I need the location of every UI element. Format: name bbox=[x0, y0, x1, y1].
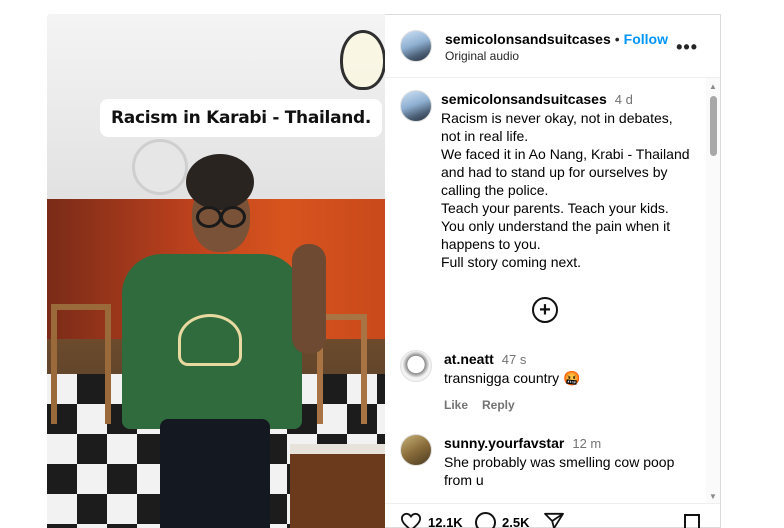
caption-line: Teach your parents. Teach your kids. bbox=[441, 200, 669, 216]
follow-button[interactable]: Follow bbox=[624, 31, 668, 47]
post-header: semicolonsandsuitcases • Follow Original… bbox=[385, 15, 720, 78]
scrollbar-thumb[interactable] bbox=[710, 96, 717, 156]
caption-line: We faced it in Ao Nang, Krabi - Thailand bbox=[441, 146, 690, 162]
author-avatar[interactable] bbox=[400, 30, 432, 62]
post-side-panel: semicolonsandsuitcases • Follow Original… bbox=[385, 14, 721, 528]
comments-scrollbar[interactable]: ▲ ▼ bbox=[706, 78, 720, 503]
share-action[interactable] bbox=[543, 512, 565, 528]
comment-body: at.neatt 47 s transnigga country 🤬 Like … bbox=[444, 350, 696, 414]
commenter-avatar[interactable] bbox=[400, 350, 432, 382]
audio-label[interactable]: Original audio bbox=[445, 49, 519, 63]
person-pants bbox=[160, 419, 270, 528]
shirt-logo bbox=[178, 314, 242, 366]
person-glasses bbox=[194, 206, 248, 228]
send-icon[interactable] bbox=[543, 512, 565, 528]
commenter-avatar[interactable] bbox=[400, 434, 432, 466]
scroll-down-arrow-icon[interactable]: ▼ bbox=[709, 492, 717, 501]
caption-username[interactable]: semicolonsandsuitcases bbox=[441, 90, 607, 108]
heart-icon[interactable] bbox=[400, 512, 422, 528]
caption-line: happens to you. bbox=[441, 236, 541, 252]
comment-text-line: from u bbox=[444, 472, 484, 488]
comment-time[interactable]: 12 m bbox=[572, 435, 601, 453]
caption-line: not in real life. bbox=[441, 128, 529, 144]
caption-line: You only understand the pain when it bbox=[441, 218, 671, 234]
comment-action[interactable]: 2.5K bbox=[475, 512, 529, 528]
comment-text: transnigga country 🤬 bbox=[444, 370, 581, 386]
like-action[interactable]: 12.1K bbox=[400, 512, 463, 528]
separator-dot: • bbox=[614, 31, 620, 47]
chair-image bbox=[51, 304, 111, 424]
person-hair bbox=[186, 154, 254, 210]
post-actions-bar: 12.1K 2.5K bbox=[385, 503, 720, 528]
scroll-up-arrow-icon[interactable]: ▲ bbox=[709, 82, 717, 91]
caption-time[interactable]: 4 d bbox=[615, 91, 633, 109]
caption-line: Racism is never okay, not in debates, bbox=[441, 110, 673, 126]
pendant-lamp-image bbox=[340, 30, 385, 90]
comment-text-line: She probably was smelling cow poop bbox=[444, 454, 675, 470]
bookmark-icon[interactable] bbox=[684, 514, 700, 528]
commenter-username[interactable]: sunny.yourfavstar bbox=[444, 434, 564, 452]
reply-comment-button[interactable]: Reply bbox=[482, 396, 515, 414]
person-image bbox=[122, 154, 326, 528]
comments-count: 2.5K bbox=[502, 515, 530, 528]
caption-line: and had to stand up for ourselves by bbox=[441, 164, 668, 180]
comment-body: sunny.yourfavstar 12 m She probably was … bbox=[444, 434, 696, 489]
commenter-username[interactable]: at.neatt bbox=[444, 350, 494, 368]
caption-text: semicolonsandsuitcases 4 d Racism is nev… bbox=[441, 90, 701, 271]
load-more-comments-icon[interactable]: + bbox=[532, 297, 558, 323]
comment-bubble-icon[interactable] bbox=[475, 512, 496, 528]
comment-actions: Like Reply bbox=[444, 396, 696, 414]
video-caption-overlay: Racism in Karabi - Thailand. bbox=[100, 99, 383, 137]
likes-count: 12.1K bbox=[428, 514, 463, 528]
like-comment-button[interactable]: Like bbox=[444, 396, 468, 414]
more-options-icon[interactable]: ••• bbox=[676, 37, 698, 58]
comments-scroll-area[interactable]: semicolonsandsuitcases 4 d Racism is nev… bbox=[385, 78, 707, 503]
author-username[interactable]: semicolonsandsuitcases bbox=[445, 31, 611, 47]
caption-author-avatar[interactable] bbox=[400, 90, 432, 122]
reel-video[interactable]: Racism in Karabi - Thailand. bbox=[47, 14, 385, 528]
comment-time[interactable]: 47 s bbox=[502, 351, 527, 369]
caption-body: Racism is never okay, not in debates, no… bbox=[441, 109, 701, 271]
caption-line: calling the police. bbox=[441, 182, 549, 198]
caption-line: Full story coming next. bbox=[441, 254, 582, 270]
author-line: semicolonsandsuitcases • Follow bbox=[445, 31, 668, 47]
person-arm-phone bbox=[292, 244, 326, 354]
